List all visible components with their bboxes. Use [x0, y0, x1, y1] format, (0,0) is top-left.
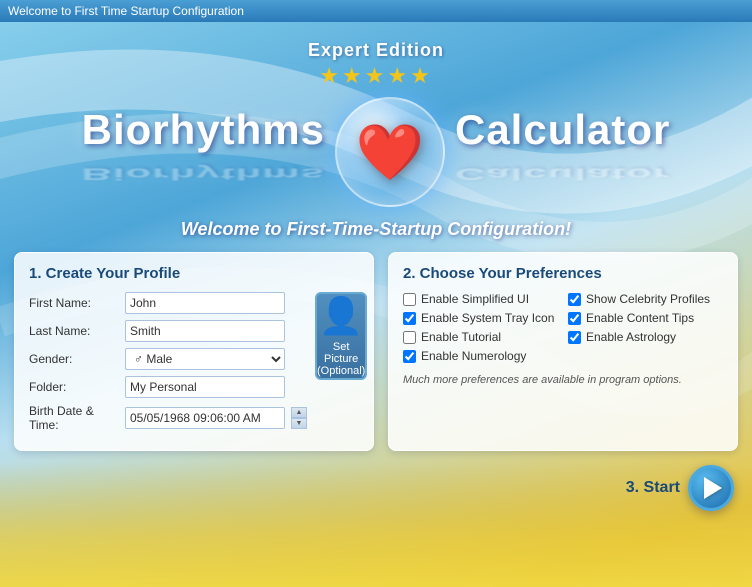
logo-biorhythms: Biorhythms [82, 106, 325, 154]
preferences-panel-title: 2. Choose Your Preferences [403, 265, 723, 282]
pref-system-tray-label: Enable System Tray Icon [421, 311, 554, 325]
preferences-grid: Enable Simplified UI Show Celebrity Prof… [403, 292, 723, 368]
pref-tutorial-label: Enable Tutorial [421, 330, 501, 344]
set-picture-label: Set Picture(Optional) [317, 341, 365, 377]
firstname-input[interactable] [125, 292, 285, 314]
spinner-up[interactable]: ▲ [291, 407, 307, 418]
folder-input[interactable] [125, 376, 285, 398]
profile-form-area: First Name: Last Name: Gender: ♂ Male ♀ … [29, 292, 359, 438]
lastname-row: Last Name: [29, 320, 307, 342]
lastname-label: Last Name: [29, 324, 119, 338]
pref-numerology: Enable Numerology [403, 349, 558, 363]
play-arrow-icon [704, 477, 722, 499]
gender-row: Gender: ♂ Male ♀ Female [29, 348, 307, 370]
main-container: Expert Edition ★★★★★ Biorhythms Biorhyth… [0, 22, 752, 587]
pref-astrology: Enable Astrology [568, 330, 723, 344]
pref-celebrity-profiles-checkbox[interactable] [568, 293, 581, 306]
logo-left: Biorhythms Biorhythms [82, 106, 325, 198]
pref-numerology-label: Enable Numerology [421, 349, 526, 363]
title-bar-text: Welcome to First Time Startup Configurat… [8, 4, 244, 18]
profile-panel-title: 1. Create Your Profile [29, 265, 359, 282]
logo-right: Calculator Calculator [455, 106, 670, 198]
pref-astrology-checkbox[interactable] [568, 331, 581, 344]
spinner-down[interactable]: ▼ [291, 418, 307, 429]
start-section: 3. Start [626, 465, 734, 511]
logo-calculator: Calculator [455, 106, 670, 154]
pref-simplified-ui-label: Enable Simplified UI [421, 292, 529, 306]
start-label: 3. Start [626, 479, 680, 497]
bottom-bar: 3. Start [0, 459, 752, 517]
pref-content-tips-checkbox[interactable] [568, 312, 581, 325]
stars-rating: ★★★★★ [0, 63, 752, 89]
logo-row: Biorhythms Biorhythms ❤️ Calculator Calc… [0, 97, 752, 207]
folder-row: Folder: [29, 376, 307, 398]
pref-tutorial-checkbox[interactable] [403, 331, 416, 344]
avatar-icon: 👤 [319, 295, 364, 337]
folder-label: Folder: [29, 380, 119, 394]
birthdate-spinner: ▲ ▼ [291, 407, 307, 429]
profile-form-fields: First Name: Last Name: Gender: ♂ Male ♀ … [29, 292, 307, 438]
preferences-note: Much more preferences are available in p… [403, 374, 723, 386]
title-bar: Welcome to First Time Startup Configurat… [0, 0, 752, 22]
pref-content-tips: Enable Content Tips [568, 311, 723, 325]
edition-label: Expert Edition [0, 40, 752, 61]
birthdate-row: Birth Date & Time: ▲ ▼ [29, 404, 307, 432]
start-button[interactable] [688, 465, 734, 511]
pref-system-tray: Enable System Tray Icon [403, 311, 558, 325]
set-picture-button[interactable]: 👤 Set Picture(Optional) [315, 292, 367, 380]
pref-numerology-checkbox[interactable] [403, 350, 416, 363]
profile-panel: 1. Create Your Profile First Name: Last … [14, 252, 374, 451]
gender-select[interactable]: ♂ Male ♀ Female [125, 348, 285, 370]
pref-celebrity-profiles: Show Celebrity Profiles [568, 292, 723, 306]
birthdate-input[interactable] [125, 407, 285, 429]
firstname-row: First Name: [29, 292, 307, 314]
pref-simplified-ui-checkbox[interactable] [403, 293, 416, 306]
panels-row: 1. Create Your Profile First Name: Last … [0, 240, 752, 459]
pref-astrology-label: Enable Astrology [586, 330, 676, 344]
logo-biorhythms-reflect: Biorhythms [82, 164, 325, 183]
pref-simplified-ui: Enable Simplified UI [403, 292, 558, 306]
pref-system-tray-checkbox[interactable] [403, 312, 416, 325]
gender-label: Gender: [29, 352, 119, 366]
heart-globe: ❤️ [335, 97, 445, 207]
welcome-text: Welcome to First-Time-Startup Configurat… [0, 219, 752, 240]
header-section: Expert Edition ★★★★★ Biorhythms Biorhyth… [0, 22, 752, 240]
logo-calculator-reflect: Calculator [455, 164, 670, 183]
pref-tutorial: Enable Tutorial [403, 330, 558, 344]
birthdate-label: Birth Date & Time: [29, 404, 119, 432]
heart-icon: ❤️ [356, 120, 424, 185]
pref-celebrity-profiles-label: Show Celebrity Profiles [586, 292, 710, 306]
preferences-panel: 2. Choose Your Preferences Enable Simpli… [388, 252, 738, 451]
pref-content-tips-label: Enable Content Tips [586, 311, 694, 325]
lastname-input[interactable] [125, 320, 285, 342]
firstname-label: First Name: [29, 296, 119, 310]
